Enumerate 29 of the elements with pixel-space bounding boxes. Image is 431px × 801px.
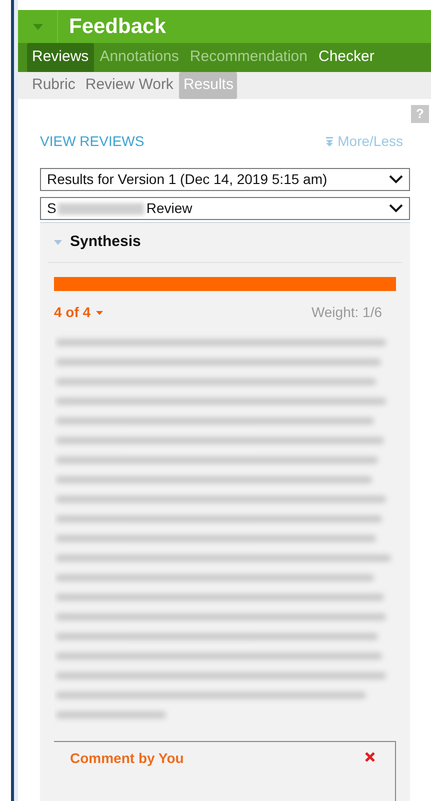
close-icon [365, 752, 375, 762]
select-value: S [47, 199, 56, 218]
chevron-down-icon [389, 204, 403, 213]
caret-icon [96, 310, 103, 314]
comment-title: Comment by You [70, 749, 184, 768]
double-arrow-down-icon [326, 136, 333, 146]
panel-title: Feedback [69, 14, 166, 40]
expand-toggle[interactable] [54, 240, 62, 245]
more-less-link[interactable]: More/Less [326, 131, 403, 152]
delete-button[interactable] [365, 752, 375, 762]
weight-label: Weight: 1/6 [311, 303, 382, 322]
tab[interactable]: Recommendation [184, 43, 312, 72]
select-value: Review [146, 199, 192, 218]
help-button[interactable]: ? [411, 105, 429, 123]
caret-icon [32, 24, 42, 30]
subtab[interactable]: Rubric [28, 72, 80, 99]
version-select[interactable]: Results for Version 1 (Dec 14, 2019 5:15 am) [40, 168, 410, 191]
tab[interactable]: Annotations [94, 43, 184, 72]
subtab[interactable]: Results [179, 72, 238, 99]
view-reviews-link[interactable]: VIEW REVIEWS [40, 131, 144, 152]
reviewer-select[interactable]: S Review [40, 197, 410, 220]
subtab[interactable]: Review Work [81, 72, 178, 99]
caret-icon [54, 240, 62, 245]
criterion-title: Synthesis [70, 232, 141, 252]
chevron-down-icon [389, 175, 403, 184]
tab[interactable]: Reviews [27, 43, 94, 72]
tab[interactable]: Checker [313, 43, 380, 72]
score-dropdown[interactable]: 4 of 4 [54, 302, 103, 323]
select-value: Results for Version 1 (Dec 14, 2019 5:15 am) [47, 170, 328, 189]
